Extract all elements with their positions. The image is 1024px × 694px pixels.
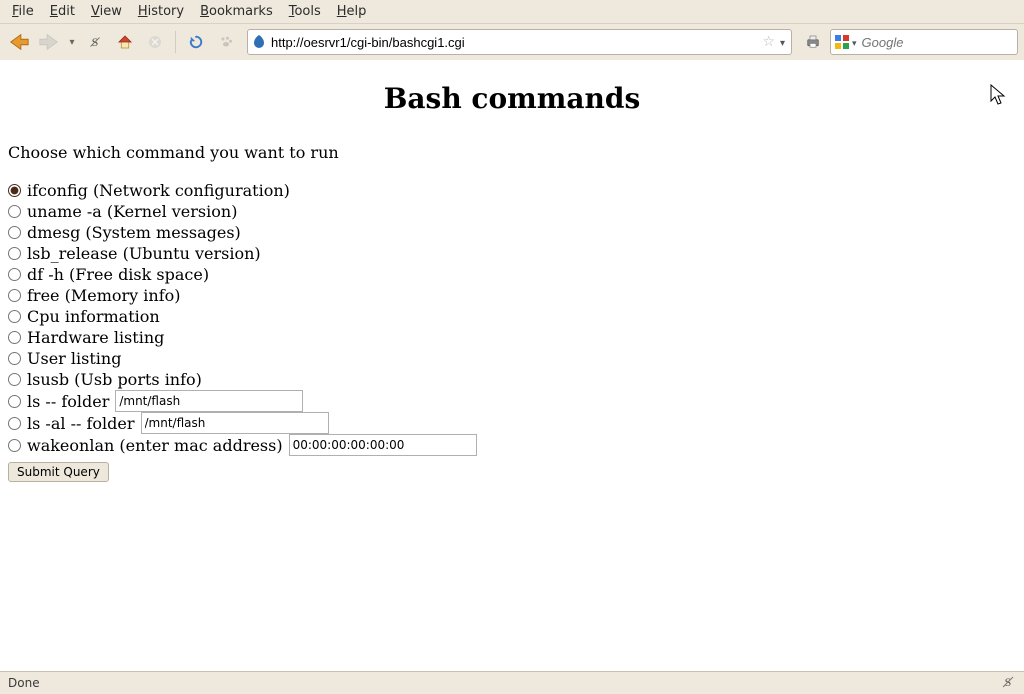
submit-button[interactable]: Submit Query [8,462,109,482]
option-row-uname: uname -a (Kernel version) [8,201,1016,222]
radio-ifconfig[interactable] [8,184,21,197]
radio-free[interactable] [8,289,21,302]
search-input[interactable] [859,35,1024,50]
search-engine-icon [834,34,850,50]
s-icon: S [1000,674,1016,690]
option-row-free: free (Memory info) [8,285,1016,306]
option-label-free: free (Memory info) [27,285,180,306]
home-icon [116,33,134,51]
option-row-ls: ls -- folder [8,390,1016,412]
status-script-icon[interactable]: S [1000,674,1016,693]
back-arrow-icon [8,31,30,53]
option-label-wol: wakeonlan (enter mac address) [27,435,283,456]
option-row-lsusb: lsusb (Usb ports info) [8,369,1016,390]
command-form: ifconfig (Network configuration)uname -a… [8,180,1016,482]
option-label-user: User listing [27,348,121,369]
search-engine-dropdown[interactable] [850,35,859,50]
menu-bookmarks[interactable]: Bookmarks [192,2,281,22]
option-row-ifconfig: ifconfig (Network configuration) [8,180,1016,201]
menu-view[interactable]: View [83,2,130,22]
feeds-button[interactable] [213,29,239,55]
radio-df[interactable] [8,268,21,281]
home-button[interactable] [112,29,138,55]
radio-dmesg[interactable] [8,226,21,239]
radio-wol[interactable] [8,439,21,452]
menu-tools[interactable]: Tools [281,2,329,22]
menu-history[interactable]: History [130,2,192,22]
option-row-df: df -h (Free disk space) [8,264,1016,285]
printer-icon [804,33,822,51]
radio-cpu[interactable] [8,310,21,323]
menu-file[interactable]: File [4,2,42,22]
option-label-uname: uname -a (Kernel version) [27,201,237,222]
option-label-hw: Hardware listing [27,327,164,348]
radio-lsb_release[interactable] [8,247,21,260]
toolbar-separator [175,31,176,53]
statusbar: Done S [0,671,1024,694]
radio-ls[interactable] [8,395,21,408]
option-label-df: df -h (Free disk space) [27,264,209,285]
option-label-cpu: Cpu information [27,306,160,327]
radio-lsal[interactable] [8,417,21,430]
option-label-lsb_release: lsb_release (Ubuntu version) [27,243,261,264]
google-icon [834,34,850,50]
page-content: Bash commands Choose which command you w… [0,60,1024,671]
menu-help[interactable]: Help [329,2,375,22]
forward-arrow-icon [38,31,60,53]
option-row-user: User listing [8,348,1016,369]
option-label-dmesg: dmesg (System messages) [27,222,241,243]
radio-uname[interactable] [8,205,21,218]
radio-user[interactable] [8,352,21,365]
option-input-wol[interactable] [289,434,477,456]
print-button[interactable] [800,29,826,55]
prompt-text: Choose which command you want to run [8,143,1016,162]
radio-lsusb[interactable] [8,373,21,386]
menu-edit[interactable]: Edit [42,2,83,22]
bookmark-star-icon[interactable]: ☆ [762,34,777,50]
page-title: Bash commands [8,82,1016,115]
option-row-lsb_release: lsb_release (Ubuntu version) [8,243,1016,264]
site-favicon [251,34,267,50]
reload-icon [187,33,205,51]
radio-hw[interactable] [8,331,21,344]
option-row-wol: wakeonlan (enter mac address) [8,434,1016,456]
stop-icon [146,33,164,51]
url-bar[interactable]: ☆ [247,29,792,55]
scripting-toggle-button[interactable]: S [82,29,108,55]
option-input-lsal[interactable] [141,412,329,434]
reload-button[interactable] [183,29,209,55]
s-icon: S [86,33,104,51]
option-label-ls: ls -- folder [27,391,109,412]
option-label-ifconfig: ifconfig (Network configuration) [27,180,290,201]
search-bar[interactable] [830,29,1018,55]
toolbar: S [0,24,1024,61]
option-label-lsusb: lsusb (Usb ports info) [27,369,202,390]
option-input-ls[interactable] [115,390,303,412]
url-dropdown[interactable] [777,35,788,50]
url-input[interactable] [267,35,762,50]
drupal-icon [251,34,267,50]
option-label-lsal: ls -al -- folder [27,413,135,434]
menubar: File Edit View History Bookmarks Tools H… [0,0,1024,24]
option-row-hw: Hardware listing [8,327,1016,348]
option-row-lsal: ls -al -- folder [8,412,1016,434]
option-row-cpu: Cpu information [8,306,1016,327]
nav-history-dropdown[interactable] [66,29,78,55]
forward-button[interactable] [36,29,62,55]
paw-icon [217,33,235,51]
back-button[interactable] [6,29,32,55]
status-text: Done [8,676,40,690]
option-row-dmesg: dmesg (System messages) [8,222,1016,243]
stop-button[interactable] [142,29,168,55]
